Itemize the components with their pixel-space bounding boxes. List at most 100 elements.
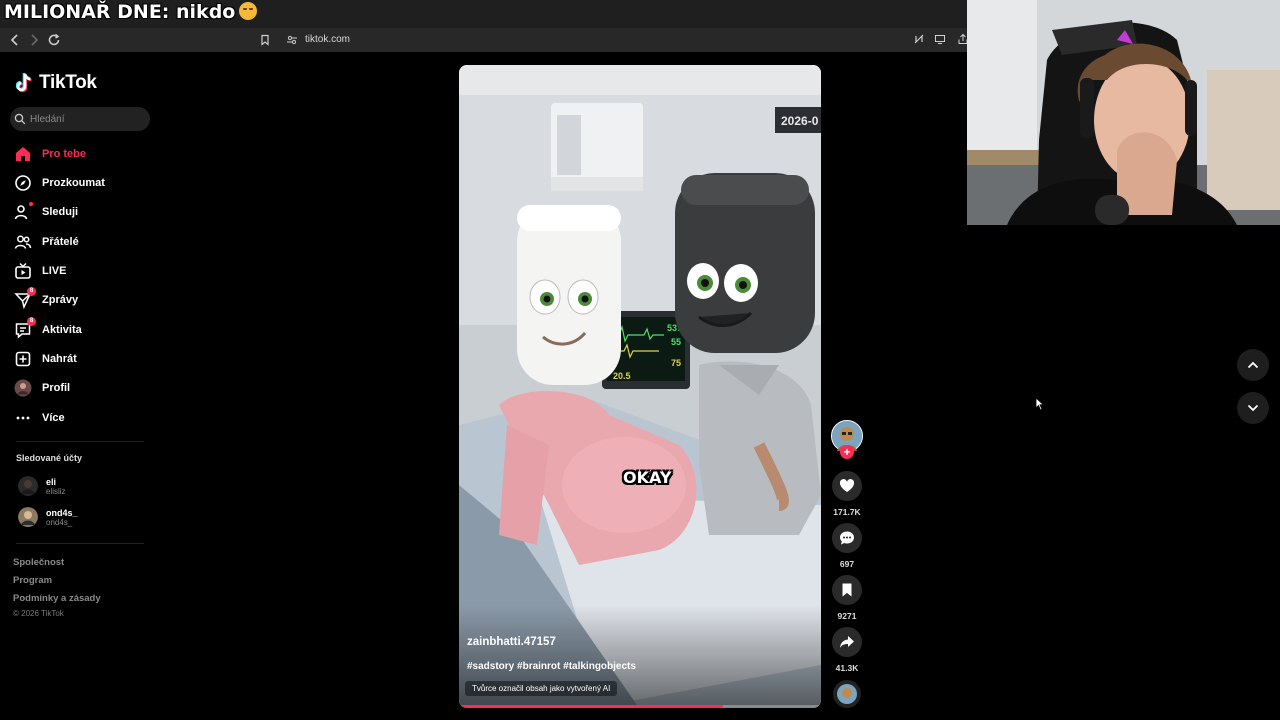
video-player[interactable]: 2026-0 537 55 75 20.5 OKAY zainbhatti.47… (459, 65, 821, 708)
bookmark-icon (842, 583, 852, 597)
like-count: 171.7K (833, 507, 861, 517)
chevron-down-icon (1247, 404, 1259, 412)
sidebar-divider (16, 441, 144, 442)
previous-video-button[interactable] (1237, 349, 1269, 381)
share-arrow-icon (840, 636, 854, 648)
new-dot (29, 202, 33, 206)
heart-icon (839, 479, 855, 492)
activity-icon: 8 (14, 317, 36, 339)
sidebar-item-label: Prozkoumat (42, 177, 105, 189)
pensive-face-icon (239, 2, 258, 20)
scene-date-text: 2026-0 (781, 114, 819, 128)
stream-overlay-title: MILIONAŘ DNE: nikdo (4, 1, 258, 23)
profile-avatar-icon (14, 379, 32, 397)
share-count: 41.3K (835, 663, 859, 673)
address-bar[interactable]: tiktok.com (305, 34, 350, 45)
search-box[interactable] (10, 107, 150, 131)
sidebar-item-label: LIVE (42, 265, 67, 277)
video-hashtags[interactable]: #sadstory #brainrot #talkingobjects (467, 661, 636, 672)
follow-button[interactable]: + (840, 445, 854, 459)
monitor-reading: 75 (671, 358, 681, 368)
sidebar-item-live[interactable]: LIVE (14, 259, 66, 283)
video-progress-bar[interactable] (459, 705, 821, 708)
comment-icon (840, 531, 854, 545)
sidebar-item-label: Pro tebe (42, 148, 87, 160)
save-count: 9271 (837, 611, 857, 621)
copyright: © 2026 TikTok (13, 609, 64, 618)
back-button[interactable] (7, 32, 23, 48)
following-icon (14, 202, 33, 221)
chevron-up-icon (1247, 361, 1259, 369)
sidebar-item-following[interactable]: Sleduji (14, 200, 78, 224)
bookmark-icon (261, 34, 269, 46)
next-video-button[interactable] (1237, 392, 1269, 424)
sidebar-item-explore[interactable]: Prozkoumat (14, 171, 105, 195)
followed-account-eli[interactable]: eli elisliz (18, 476, 66, 496)
search-input[interactable] (30, 107, 145, 131)
save-button[interactable] (832, 575, 862, 605)
monitor-reading: 20.5 (613, 371, 631, 381)
search-icon (14, 113, 26, 125)
comment-count: 697 (839, 559, 855, 569)
more-icon (14, 409, 32, 427)
site-info-button[interactable] (286, 33, 298, 45)
account-handle: ond4s_ (46, 517, 73, 527)
sidebar-item-messages[interactable]: 8 Zprávy (14, 287, 79, 312)
forward-button[interactable] (26, 32, 42, 48)
sidebar-item-label: Více (42, 412, 65, 424)
video-caption-word: OKAY (623, 468, 672, 487)
browser-toolbar (0, 28, 968, 52)
live-icon (14, 262, 32, 280)
account-name: eli (46, 476, 57, 487)
cast-icon[interactable] (934, 33, 946, 45)
avatar (18, 476, 38, 496)
site-settings-icon (287, 35, 297, 45)
video-progress-fill (459, 705, 724, 708)
reload-button[interactable] (46, 32, 62, 48)
sidebar-item-upload[interactable]: Nahrát (14, 347, 77, 371)
sidebar-item-label: Přátelé (42, 236, 79, 248)
friends-icon (14, 233, 32, 251)
activity-badge: 8 (27, 317, 36, 326)
music-disc-icon (837, 684, 857, 704)
reload-icon (48, 33, 60, 46)
no-tracking-icon[interactable] (913, 33, 925, 45)
messages-badge: 8 (27, 287, 36, 296)
footer-link-program[interactable]: Program (13, 575, 52, 586)
footer-link-company[interactable]: Společnost (13, 557, 64, 568)
sidebar-item-friends[interactable]: Přátelé (14, 230, 79, 254)
tiktok-logo[interactable]: TikTok (16, 72, 97, 94)
sidebar-item-label: Sleduji (42, 206, 79, 218)
sidebar-item-label: Aktivita (42, 324, 82, 336)
compass-icon (14, 174, 32, 192)
video-author[interactable]: zainbhatti.47157 (467, 636, 556, 648)
bookmark-button[interactable] (259, 33, 271, 46)
sidebar-item-label: Zprávy (42, 294, 79, 306)
account-name: ond4s_ (46, 507, 78, 518)
overlay-title-text: MILIONAŘ DNE: nikdo (4, 1, 236, 23)
sound-disc[interactable] (833, 680, 861, 708)
sidebar-item-label: Nahrát (42, 353, 77, 365)
mouse-cursor-icon (1035, 397, 1045, 411)
app-name: TikTok (39, 72, 97, 93)
sidebar-item-activity[interactable]: 8 Aktivita (14, 317, 82, 342)
sidebar-item-for-you[interactable]: Pro tebe (14, 142, 86, 166)
ai-generated-label: Tvůrce označil obsah jako vytvořený AI (465, 681, 618, 696)
footer-link-terms[interactable]: Podmínky a zásady (13, 593, 101, 604)
share-button[interactable] (832, 627, 862, 657)
chevron-right-icon (31, 34, 39, 46)
following-accounts-title: Sledované účty (16, 453, 83, 463)
sidebar-item-profile[interactable]: Profil (14, 376, 70, 400)
comment-button[interactable] (832, 523, 862, 553)
chevron-left-icon (10, 34, 18, 46)
avatar (18, 507, 38, 527)
followed-account-ond4s[interactable]: ond4s_ ond4s_ (18, 507, 78, 527)
tiktok-note-icon (16, 72, 32, 93)
sidebar-item-more[interactable]: Více (14, 406, 65, 430)
webcam-feed (967, 0, 1280, 225)
messages-icon: 8 (14, 287, 36, 309)
webcam-overlay (967, 0, 1280, 225)
account-handle: elisliz (46, 486, 66, 496)
video-frame: 2026-0 537 55 75 20.5 (459, 65, 821, 708)
like-button[interactable] (832, 471, 862, 501)
